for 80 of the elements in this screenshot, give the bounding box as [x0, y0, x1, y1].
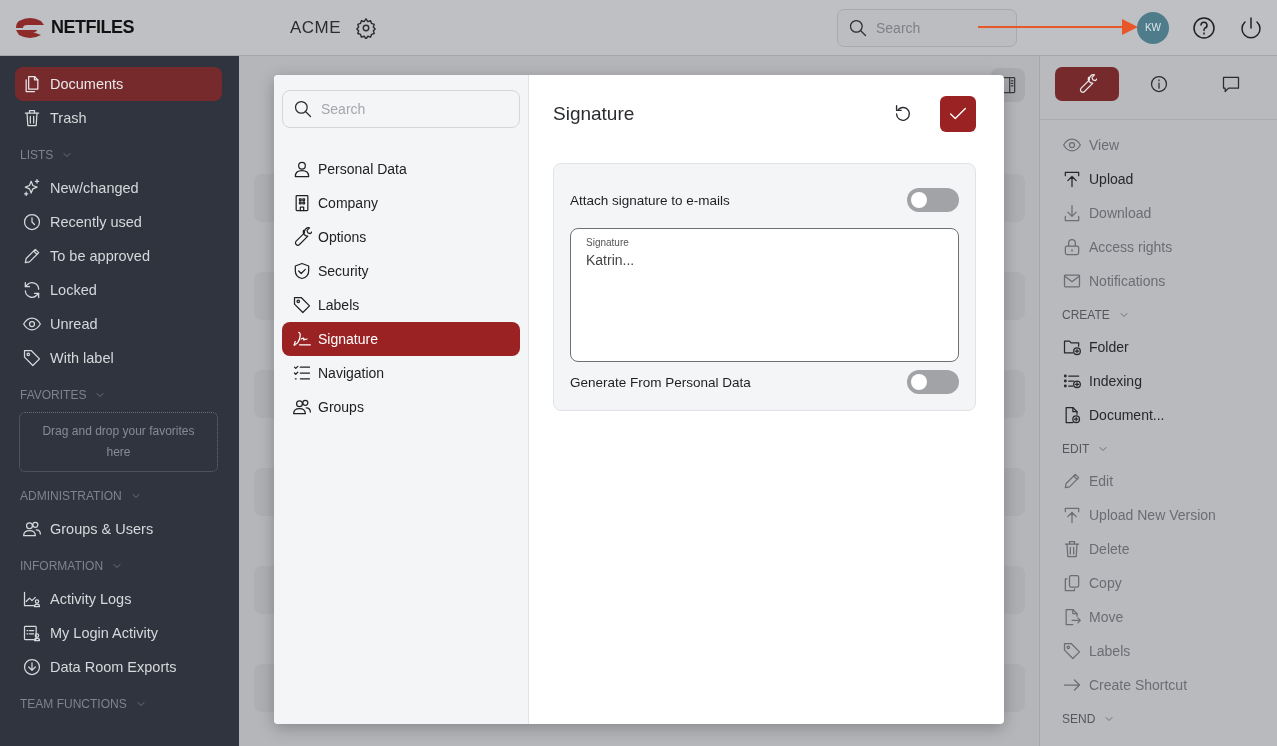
section-heading: SEND — [1062, 712, 1096, 726]
section-heading: ADMINISTRATION — [20, 489, 122, 503]
chart-icon — [22, 589, 42, 609]
sparkle-icon — [22, 178, 42, 198]
info-icon — [1149, 74, 1169, 94]
search-field[interactable]: Search — [319, 100, 499, 118]
action-item[interactable]: Upload — [1062, 162, 1277, 196]
wrench-icon — [1077, 74, 1097, 94]
sidebar-item[interactable]: Documents — [15, 67, 222, 101]
settings-icon[interactable] — [355, 16, 378, 39]
setting-label: Generate From Personal Data — [570, 374, 751, 390]
download-circle-icon — [22, 657, 42, 677]
dialog-nav-item[interactable]: Options — [282, 220, 520, 254]
workspace-name: ACME — [290, 17, 342, 38]
user-avatar[interactable]: KW — [1137, 11, 1169, 44]
toggle-switch[interactable] — [907, 370, 959, 394]
sidebar-item[interactable]: Unread — [15, 307, 222, 341]
person-icon — [292, 159, 312, 179]
action-item[interactable]: Folder — [1062, 330, 1277, 364]
dialog-nav-item[interactable]: Signature — [282, 322, 520, 356]
section-heading: LISTS — [20, 148, 54, 162]
section-heading: EDIT — [1062, 442, 1090, 456]
shield-check-icon — [292, 261, 312, 281]
signature-field[interactable]: Signature Katrin... — [570, 228, 959, 362]
refresh-icon — [22, 280, 42, 300]
action-item[interactable]: Document... — [1062, 398, 1277, 432]
upload-icon — [1062, 505, 1082, 525]
sidebar-item[interactable]: Trash — [15, 101, 222, 135]
search-field[interactable]: Search — [282, 90, 520, 128]
sidebar-item[interactable]: Activity Logs — [15, 582, 222, 616]
toggle-switch[interactable] — [907, 188, 959, 212]
dialog-nav-item[interactable]: Security — [282, 254, 520, 288]
pencil-icon — [1062, 471, 1082, 491]
section-heading: INFORMATION — [20, 559, 104, 573]
search-icon — [848, 17, 868, 38]
sidebar-item[interactable]: New/changed — [15, 171, 222, 205]
section-heading: FAVORITES — [20, 388, 87, 402]
panel-tab[interactable] — [1055, 67, 1119, 101]
search-field[interactable]: Search — [837, 8, 1017, 47]
sidebar-item[interactable]: Recently used — [15, 205, 222, 239]
dialog-nav-item[interactable]: Navigation — [282, 356, 520, 390]
help-icon[interactable] — [1192, 15, 1216, 40]
action-item[interactable]: Indexing — [1062, 364, 1277, 398]
dialog-title: Signature — [553, 103, 635, 125]
search-icon — [293, 99, 313, 119]
dialog-nav-item[interactable]: Labels — [282, 288, 520, 322]
sidebar-item[interactable]: Data Room Exports — [15, 650, 222, 684]
copy-icon — [1062, 573, 1082, 593]
logo-text: NETFILES — [51, 17, 134, 38]
list-user-icon — [22, 623, 42, 643]
sidebar-item[interactable]: To be approved — [15, 239, 222, 273]
save-button[interactable] — [940, 96, 976, 132]
sidebar-item[interactable]: Groups & Users — [15, 512, 222, 546]
wrench-icon — [292, 227, 312, 247]
users-icon — [22, 519, 42, 539]
tag-icon — [1062, 641, 1082, 661]
search-field[interactable]: Search — [874, 18, 994, 37]
power-icon[interactable] — [1239, 15, 1263, 40]
setting-label: Attach signature to e-mails — [570, 192, 730, 208]
upload-icon — [1062, 169, 1082, 189]
chat-icon — [1221, 74, 1241, 94]
download-icon — [1062, 203, 1082, 223]
logo-icon — [15, 16, 45, 39]
dialog-nav-item[interactable]: Company — [282, 186, 520, 220]
pencil-icon — [22, 246, 42, 266]
trash-icon — [22, 108, 42, 128]
users-icon — [292, 397, 312, 417]
signature-icon — [292, 329, 312, 349]
section-heading: CREATE — [1062, 308, 1110, 322]
lock-icon — [1062, 237, 1082, 257]
section-heading: TEAM FUNCTIONS — [20, 697, 127, 711]
dialog-nav-item[interactable]: Personal Data — [282, 152, 520, 186]
sidebar-item[interactable]: My Login Activity — [15, 616, 222, 650]
clock-icon — [22, 212, 42, 232]
tag-icon — [22, 348, 42, 368]
trash-icon — [1062, 539, 1082, 559]
tag-icon — [292, 295, 312, 315]
sidebar-item[interactable]: Locked — [15, 273, 222, 307]
dialog-nav-item[interactable]: Groups — [282, 390, 520, 424]
sidebar-item[interactable]: With label — [15, 341, 222, 375]
